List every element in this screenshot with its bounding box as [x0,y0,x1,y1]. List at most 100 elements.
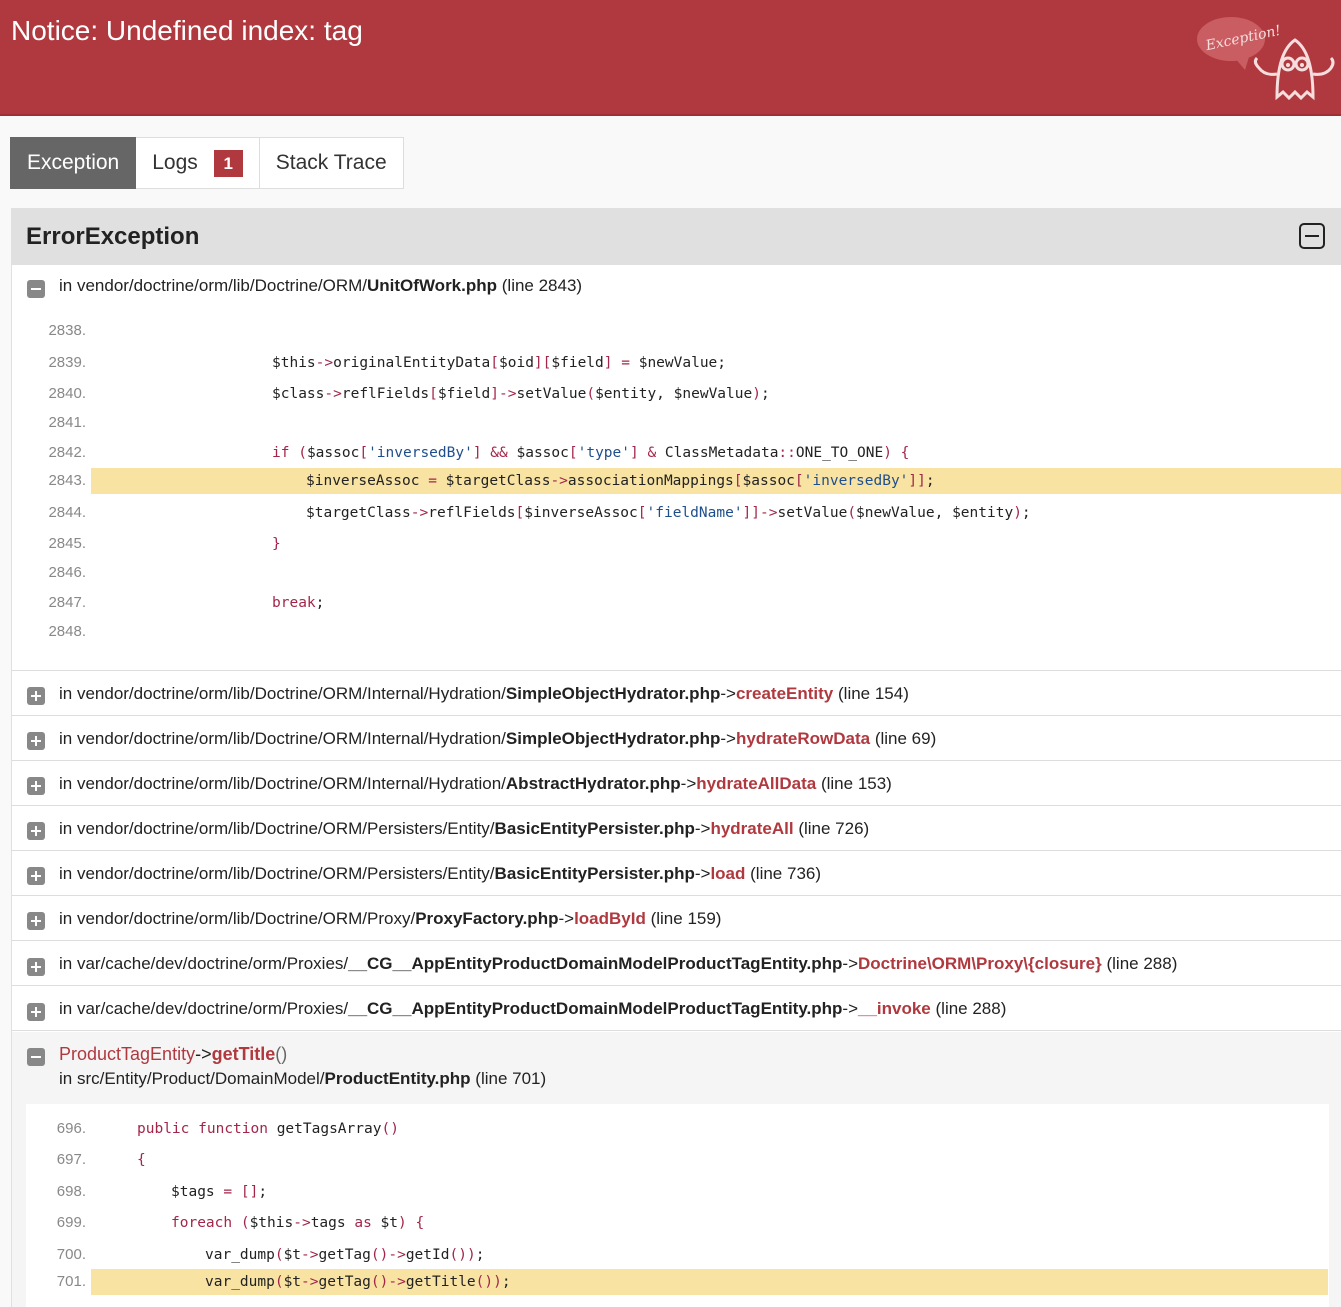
line-number: 2846. [48,564,86,581]
frame-function: Doctrine\ORM\Proxy\{closure} [858,954,1102,973]
frame-7[interactable]: in var/cache/dev/doctrine/orm/Proxies/__… [59,954,1177,974]
frame-line: (line 159) [650,909,722,928]
error-header: Notice: Undefined index: tag Exception! [0,0,1341,116]
tab-stack-trace[interactable]: Stack Trace [259,137,404,189]
frame-function: __invoke [858,999,931,1018]
code-line: break; [272,595,325,611]
code-snippet: 696. public function getTagsArray() 697. {… [12,1116,1341,1306]
frame-8[interactable]: in var/cache/dev/doctrine/orm/Proxies/__… [59,999,1006,1019]
frame-line: (line 153) [820,774,892,793]
frame-file: BasicEntityPersister.php [494,864,695,883]
collapse-icon[interactable] [27,280,45,298]
frame-function: getTitle [211,1044,276,1064]
frame-line: (line 288) [935,999,1007,1018]
frame-file: SimpleObjectHydrator.php [505,729,721,748]
frame-file: UnitOfWork.php [367,276,498,295]
expand-icon[interactable] [27,1003,45,1021]
tab-stack-trace-label: Stack Trace [275,151,387,174]
tab-logs-label: Logs [152,151,198,174]
code-line: public function getTagsArray() [137,1121,399,1137]
frame-1[interactable]: in vendor/doctrine/orm/lib/Doctrine/ORM/… [59,684,909,704]
frame-class: ProductTagEntity [59,1044,196,1064]
line-number: 2844. [48,504,86,521]
expand-icon[interactable] [27,777,45,795]
frame-path: in vendor/doctrine/orm/lib/Doctrine/ORM/… [59,774,506,793]
line-number: 697. [56,1151,86,1168]
frame-args: () [275,1044,288,1064]
highlighted-code-line: var_dump($t->getTag()->getTitle()); [205,1274,511,1290]
line-number: 700. [56,1246,86,1263]
frame-arrow: -> [720,729,736,748]
frame-file: ProductEntity.php [324,1069,471,1088]
line-number: 2840. [48,385,86,402]
frame-9-call[interactable]: ProductTagEntity->getTitle() [59,1044,287,1065]
frame-function: loadById [574,909,646,928]
frame-path: in vendor/doctrine/orm/lib/Doctrine/ORM/… [59,729,506,748]
expand-icon[interactable] [27,912,45,930]
frame-2[interactable]: in vendor/doctrine/orm/lib/Doctrine/ORM/… [59,729,936,749]
frame-function: hydrateAll [710,819,794,838]
frame-function: hydrateRowData [735,729,871,748]
code-line: foreach ($this->tags as $t) { [171,1215,425,1231]
ghost-logo-icon: Exception! [1197,17,1335,101]
frame-line: (line 69) [874,729,937,748]
code-snippet: 2838. 2839. $this->originalEntityData[$oi… [12,318,1341,658]
frame-3[interactable]: in vendor/doctrine/orm/lib/Doctrine/ORM/… [59,774,892,794]
exception-class: ErrorException [26,223,200,250]
line-number: 2841. [48,414,86,431]
code-line: if ($assoc['inversedBy'] && $assoc['type… [272,445,910,461]
frame-5[interactable]: in vendor/doctrine/orm/lib/Doctrine/ORM/… [59,864,821,884]
error-title: Notice: Undefined index: tag [11,15,363,46]
expand-icon[interactable] [27,867,45,885]
frame-path: in var/cache/dev/doctrine/orm/Proxies/ [59,999,349,1018]
tab-logs[interactable]: Logs 1 [136,137,260,189]
tab-exception[interactable]: Exception [10,137,137,189]
line-number: 696. [56,1120,86,1137]
frame-arrow: -> [558,909,575,928]
expand-icon[interactable] [27,732,45,750]
exception-panel: ErrorException in vendor/doctrine/orm/li… [11,208,1341,1307]
frame-line: (line 736) [750,864,822,883]
line-number: 2847. [48,594,86,611]
code-line: $targetClass->reflFields[$inverseAssoc['… [306,505,1031,521]
expand-icon[interactable] [27,687,45,705]
frame-9-location: in src/Entity/Product/DomainModel/Produc… [59,1069,546,1089]
line-number: 701. [56,1273,86,1290]
frame-4[interactable]: in vendor/doctrine/orm/lib/Doctrine/ORM/… [59,819,869,839]
code-line: } [272,536,281,552]
line-number: 2842. [48,444,86,461]
panel-header: ErrorException [12,208,1341,265]
frame-6[interactable]: in vendor/doctrine/orm/lib/Doctrine/ORM/… [59,909,721,929]
frame-path: in vendor/doctrine/orm/lib/Doctrine/ORM/… [59,864,495,883]
frame-line: (line 288) [1106,954,1178,973]
frame-path: in src/Entity/Product/DomainModel/ [59,1069,325,1088]
frame-arrow: -> [694,864,711,883]
frame-path: in vendor/doctrine/orm/lib/Doctrine/ORM/ [59,276,368,295]
frame-file: AbstractHydrator.php [505,774,681,793]
code-line: { [137,1152,146,1168]
expand-icon[interactable] [27,822,45,840]
expand-icon[interactable] [27,958,45,976]
collapse-icon[interactable] [27,1048,45,1066]
frame-path: in vendor/doctrine/orm/lib/Doctrine/ORM/… [59,684,506,703]
frame-file: __CG__AppEntityProductDomainModelProduct… [348,999,843,1018]
frame-path: in vendor/doctrine/orm/lib/Doctrine/ORM/… [59,909,416,928]
code-line: $class->reflFields[$field]->setValue($en… [272,386,770,402]
frame-function: createEntity [735,684,834,703]
frame-function: hydrateAllData [696,774,817,793]
frame-0[interactable]: in vendor/doctrine/orm/lib/Doctrine/ORM/… [59,276,582,296]
frame-arrow: -> [720,684,736,703]
line-number: 2845. [48,535,86,552]
tab-exception-label: Exception [27,151,120,174]
tab-bar: Exception Logs 1 Stack Trace [10,137,404,189]
frame-arrow: -> [680,774,697,793]
frame-function: load [710,864,746,883]
frame-line: (line 154) [838,684,909,703]
frame-line: (line 726) [798,819,870,838]
frame-line: (line 2843) [501,276,583,295]
collapse-all-icon[interactable] [1299,223,1325,249]
frame-arrow: -> [842,999,858,1018]
code-line: $this->originalEntityData[$oid][$field] … [272,355,727,371]
line-number: 2848. [48,623,86,640]
logs-count-badge: 1 [213,149,243,177]
